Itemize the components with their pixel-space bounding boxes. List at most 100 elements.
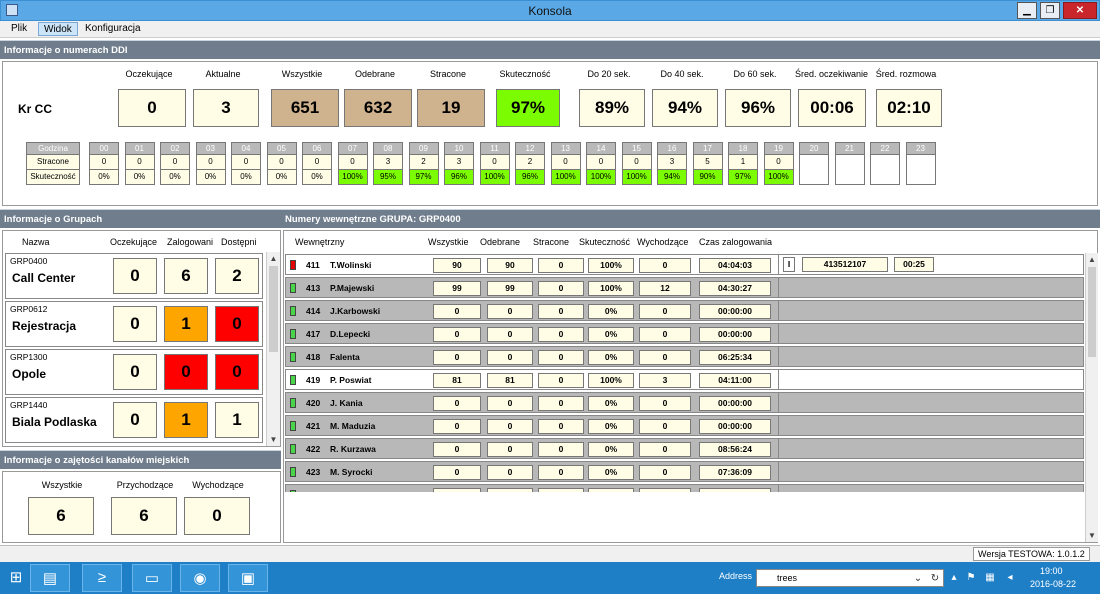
hour-eff: 0% [302, 170, 332, 185]
extension-eff: 0% [588, 350, 634, 365]
network-icon[interactable]: ▦ [984, 572, 996, 584]
extension-row[interactable]: 420 J. Kania 0 0 0 0% 0 00:00:00 [285, 392, 1084, 413]
remote-desktop-icon[interactable]: ▣ [228, 564, 268, 592]
group-name: Biala Podlaska [12, 415, 97, 429]
hour-head: 03 [195, 142, 226, 155]
extension-number: 417 [306, 329, 321, 339]
tray-expand-icon[interactable]: ▴ [948, 572, 960, 584]
hour-eff: 97% [408, 170, 439, 185]
group-logged: 6 [164, 258, 208, 294]
extension-all: 90 [433, 258, 481, 273]
extension-row[interactable]: 422 R. Kurzawa 0 0 0 0% 0 08:56:24 [285, 438, 1084, 459]
extension-time: 00:00:00 [699, 304, 771, 319]
start-icon[interactable]: ⊞ [4, 564, 28, 592]
hour-empty [905, 155, 936, 185]
hour-eff: 100% [479, 170, 510, 185]
extension-number: 411 [306, 260, 320, 270]
group-available: 0 [215, 306, 259, 342]
firefox-icon[interactable]: ◉ [180, 564, 220, 592]
group-available: 0 [215, 354, 259, 390]
extension-recv: 0 [487, 350, 533, 365]
extension-eff: 0% [588, 465, 634, 480]
extension-recv: 0 [487, 304, 533, 319]
refresh-icon[interactable]: ↻ [929, 573, 941, 585]
group-available: 1 [215, 402, 259, 438]
volume-icon[interactable]: ◂ [1004, 572, 1016, 584]
hour-head: 07 [337, 142, 368, 155]
extension-column-header: Czas zalogowania [699, 237, 773, 247]
minimize-button[interactable]: ▁ [1017, 2, 1037, 19]
extension-column-header: Wszystkie [428, 237, 469, 247]
groups-col-available: Dostępni [221, 237, 257, 247]
menu-widok[interactable]: Widok [38, 22, 78, 36]
extension-all: 99 [433, 281, 481, 296]
group-card[interactable]: GRP0612 Rejestracja 0 1 0 [5, 301, 263, 347]
extension-row[interactable]: 414 J.Karbowski 0 0 0 0% 0 00:00:00 [285, 300, 1084, 321]
group-card[interactable]: GRP0400 Call Center 0 6 2 [5, 253, 263, 299]
hour-eff: 100% [337, 170, 368, 185]
hour-lost: 0 [763, 155, 794, 170]
extension-all: 0 [433, 304, 481, 319]
file-explorer-icon[interactable]: ▭ [132, 564, 172, 592]
row-divider [778, 462, 779, 481]
extension-name: R. Kurzawa [330, 444, 376, 454]
clock-time[interactable]: 19:00 [1040, 566, 1063, 576]
menu-bar: Plik Widok Konfiguracja [0, 21, 1100, 38]
extension-row[interactable]: 423 M. Syrocki 0 0 0 0% 0 07:36:09 [285, 461, 1084, 482]
hour-head: 02 [160, 142, 190, 155]
group-card[interactable]: GRP1300 Opole 0 0 0 [5, 349, 263, 395]
extension-row[interactable]: 418 Falenta 0 0 0 0% 0 06:25:34 [285, 346, 1084, 367]
extension-row[interactable]: 411 T.Wolinski 90 90 0 100% 0 04:04:03 [285, 254, 1084, 275]
ddi-label-current: Aktualne [205, 69, 241, 79]
hour-eff: 100% [586, 170, 616, 185]
address-dropdown-icon[interactable]: ⌄ [912, 573, 924, 585]
extension-all: 0 [433, 396, 481, 411]
extension-number: 420 [306, 398, 321, 408]
group-card[interactable]: GRP1440 Biala Podlaska 0 1 1 [5, 397, 263, 443]
close-button[interactable]: ✕ [1063, 2, 1097, 19]
extension-column-header: Wewnętrzny [295, 237, 345, 247]
row-divider [778, 324, 779, 343]
hour-eff: 90% [692, 170, 723, 185]
extension-row[interactable]: 413 P.Majewski 99 99 0 100% 12 04:30:27 [285, 277, 1084, 298]
status-indicator [290, 375, 296, 385]
hour-eff: 0% [160, 170, 190, 185]
clock-date[interactable]: 2016-08-22 [1030, 579, 1076, 589]
group-waiting: 0 [113, 402, 157, 438]
hour-lost: 2 [515, 155, 545, 170]
scroll-down-icon[interactable]: ▼ [267, 433, 280, 446]
row-divider [778, 370, 779, 389]
maximize-button[interactable]: ❐ [1040, 2, 1060, 19]
status-indicator [290, 283, 296, 293]
flag-icon[interactable]: ⚑ [965, 572, 977, 584]
ddi-label-all: Wszystkie [281, 69, 323, 79]
extension-out: 0 [639, 350, 691, 365]
hour-eff: 100% [763, 170, 794, 185]
scroll-up-icon[interactable]: ▲ [267, 252, 280, 265]
extension-row[interactable]: 417 D.Lepecki 0 0 0 0% 0 00:00:00 [285, 323, 1084, 344]
groups-scroll-thumb[interactable] [269, 266, 278, 352]
extension-row[interactable]: 421 M. Maduzia 0 0 0 0% 0 00:00:00 [285, 415, 1084, 436]
groups-scrollbar[interactable]: ▲ ▼ [266, 252, 280, 446]
menu-plik[interactable]: Plik [6, 22, 32, 36]
hour-grid-label-eff: Skuteczność [26, 170, 80, 185]
scroll-down-icon[interactable]: ▼ [1086, 529, 1098, 542]
hour-lost: 0 [337, 155, 368, 170]
powershell-icon[interactable]: ≥ [82, 564, 122, 592]
version-label: Wersja TESTOWA: 1.0.1.2 [973, 547, 1090, 561]
extension-number: 423 [306, 467, 321, 477]
extension-row[interactable]: 419 P. Poswiat 81 81 0 100% 3 04:11:00 [285, 369, 1084, 390]
extensions-scrollbar[interactable]: ▲ ▼ [1085, 253, 1098, 542]
hour-head: 08 [373, 142, 403, 155]
hour-lost: 0 [266, 155, 297, 170]
extension-recv: 0 [487, 327, 533, 342]
extension-out: 0 [639, 304, 691, 319]
menu-konfiguracja[interactable]: Konfiguracja [80, 22, 146, 36]
hour-head: 12 [515, 142, 545, 155]
extensions-scroll-thumb[interactable] [1088, 267, 1096, 357]
scroll-up-icon[interactable]: ▲ [1086, 253, 1098, 266]
hour-empty [834, 155, 865, 185]
server-manager-icon[interactable]: ▤ [30, 564, 70, 592]
ddi-header: Informacje o numerach DDI [0, 40, 1100, 59]
active-call-time: 00:25 [894, 257, 934, 272]
